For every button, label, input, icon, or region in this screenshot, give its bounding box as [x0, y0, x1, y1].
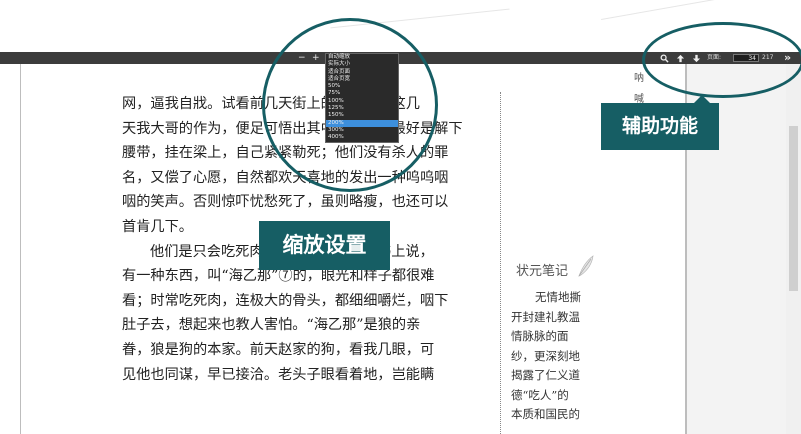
next-page-icon[interactable]: [692, 52, 701, 64]
page-total: 217: [762, 54, 774, 61]
zoom-settings-callout: 缩放设置: [259, 221, 390, 270]
aux-functions-callout: 辅助功能: [601, 103, 719, 150]
text-line: 看；时常吃死肉，连极大的骨头，都细细嚼烂，咽下: [122, 292, 449, 309]
text-line: 腰带，挂在梁上，自己紧紧勒死；他们没有杀人的罪: [122, 145, 449, 162]
notes-text: 无情地撕开封建礼教温 情脉脉的面纱，更深刻地 揭露了仁义道 德“吃人”的 本质和国民的: [511, 288, 591, 425]
zoom-out-button[interactable]: −: [298, 52, 306, 64]
search-icon[interactable]: [660, 52, 669, 64]
zoom-option[interactable]: 75%: [326, 90, 398, 97]
zoom-option[interactable]: 125%: [326, 105, 398, 112]
column-divider: [500, 92, 501, 434]
text-line: 见他也同谋，早已接洽。老头子眼看着地，岂能瞒: [122, 366, 435, 383]
zoom-option[interactable]: 200%: [326, 119, 398, 127]
zoom-option[interactable]: 150%: [326, 112, 398, 119]
text-line: 名，又偿了心愿，自然都欢天喜地的发出一种呜呜咽: [122, 169, 449, 186]
notes-line: 无情地撕: [535, 290, 581, 304]
notes-line: 情脉脉的面: [511, 329, 569, 343]
zoom-option[interactable]: 适合页面: [326, 69, 398, 76]
notes-line: 开封建礼教温: [511, 309, 580, 324]
zoom-option[interactable]: 400%: [326, 134, 398, 141]
previous-page-icon[interactable]: [676, 52, 685, 64]
text-line: 咽的笑声。否则惊吓忧愁死了，虽则略瘦，也还可以: [122, 194, 449, 211]
text-line: 眷，狼是狗的本家。前天赵家的狗，看我几眼，可: [122, 341, 435, 358]
more-tools-button[interactable]: »: [784, 52, 791, 64]
notes-line: 揭露了仁义道: [511, 368, 580, 382]
notes-title: 状元笔记: [516, 264, 569, 279]
top-blank-area: [0, 0, 801, 52]
text-line: 肚子去，想起来也教人害怕。“海乙那”是狼的亲: [122, 317, 421, 334]
decorative-arc-line: [601, 0, 749, 21]
zoom-dropdown-menu: 自动缩放 实际大小 适合页面 适合页宽 50% 75% 100% 125% 150% 200% 30…: [325, 53, 399, 143]
zoom-option[interactable]: 50%: [326, 83, 398, 90]
vertical-title-char: 呐: [634, 73, 644, 84]
zoom-option[interactable]: 100%: [326, 98, 398, 105]
notes-line: 德“吃人”的: [511, 387, 569, 402]
zoom-option[interactable]: 实际大小: [326, 61, 398, 68]
decorative-arc-line: [330, 8, 510, 29]
zoom-option[interactable]: 适合页宽: [326, 76, 398, 83]
text-line: 网，逼我自戕。试看前几天街上的样子，和这几: [122, 96, 420, 112]
page-number-input[interactable]: 34: [733, 54, 759, 62]
text-line: 天我大哥的作为，便足可悟出其中的道理。最好是解下: [122, 120, 463, 137]
zoom-in-button[interactable]: +: [312, 52, 320, 64]
page-edge-left: [20, 64, 21, 434]
feather-icon: [578, 255, 594, 277]
scrollbar-thumb[interactable]: [789, 126, 798, 291]
notes-line: 纱，更深刻地: [511, 348, 580, 363]
viewer-toolbar: − + 页面: 34 217 »: [0, 52, 801, 65]
zoom-option[interactable]: 300%: [326, 127, 398, 134]
notes-line: 本质和国民的: [511, 407, 580, 421]
page-label: 页面:: [707, 54, 722, 61]
